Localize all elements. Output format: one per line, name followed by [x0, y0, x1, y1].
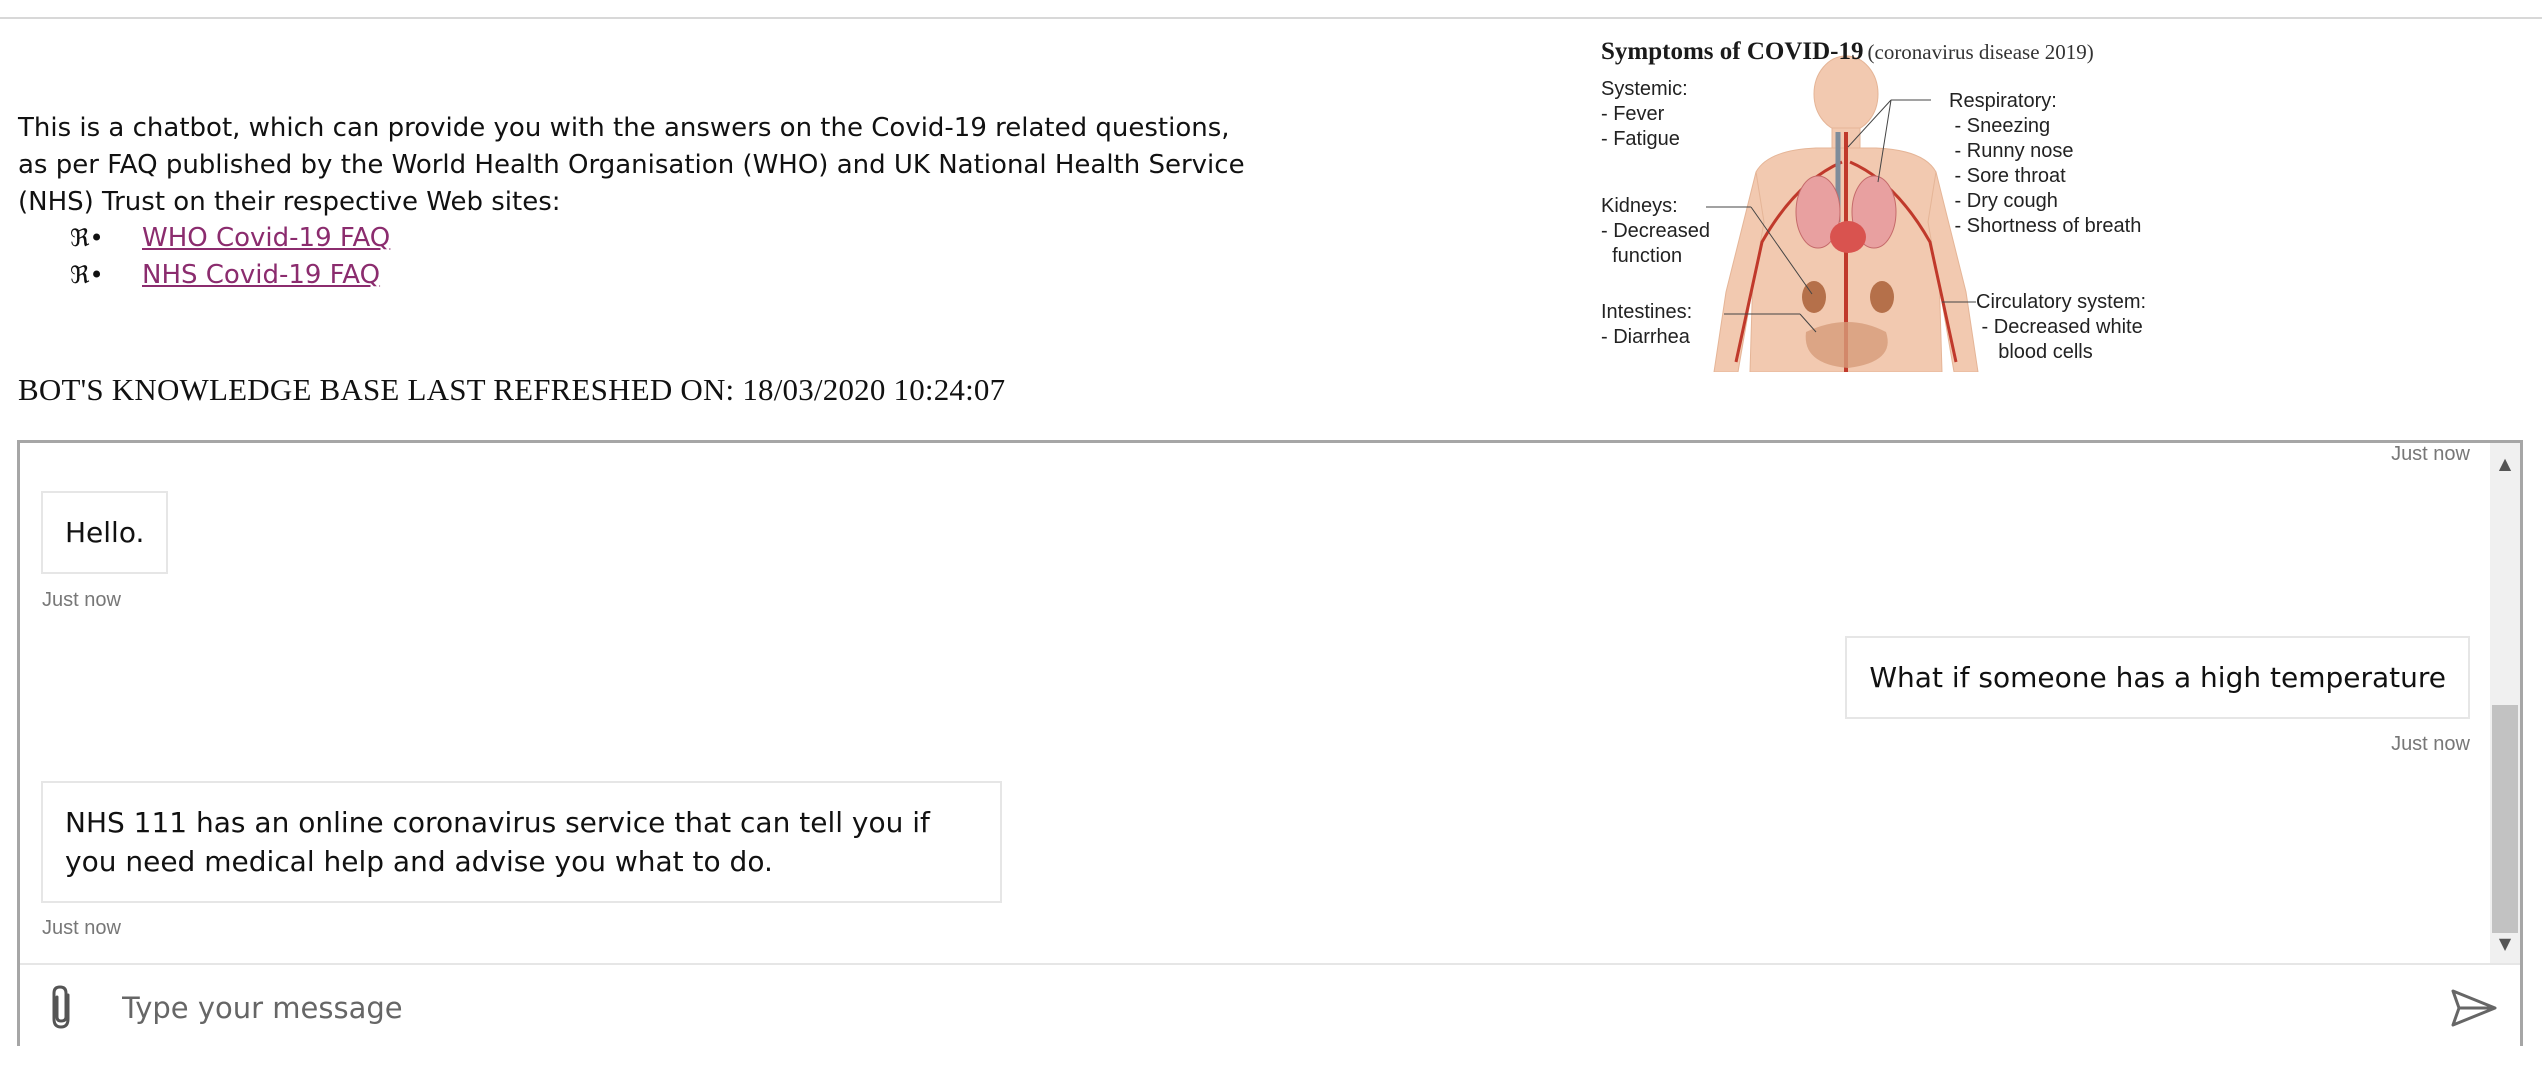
intestine-symptoms: Intestines: - Diarrhea — [1601, 301, 1693, 348]
list-item: ℜ• NHS Covid-19 FAQ — [70, 257, 390, 294]
nhs-faq-link[interactable]: NHS Covid-19 FAQ — [142, 257, 380, 294]
user-message: What if someone has a high temperature — [1845, 636, 2470, 719]
scroll-thumb[interactable] — [2492, 705, 2518, 933]
scroll-up-icon[interactable]: ▲ — [2490, 449, 2520, 477]
bullet-glyph: ℜ• — [70, 224, 104, 252]
bot-message: Hello. — [41, 491, 169, 574]
bot-message: NHS 111 has an online coronavirus servic… — [41, 781, 1002, 903]
systemic-symptoms: Systemic: - Fever - Fatigue — [1601, 78, 1688, 150]
chat-transcript[interactable]: Just now Hello. Just now What if someone… — [20, 443, 2490, 963]
message-input[interactable] — [120, 981, 2424, 1035]
list-item: ℜ• WHO Covid-19 FAQ — [70, 220, 390, 257]
chat-widget: Just now Hello. Just now What if someone… — [17, 440, 2523, 1046]
send-box — [20, 963, 2520, 1049]
intro-text: This is a chatbot, which can provide you… — [18, 113, 1245, 217]
faq-links-list: ℜ• WHO Covid-19 FAQ ℜ• NHS Covid-19 FAQ — [70, 220, 390, 294]
circulatory-symptoms: Circulatory system: - Decreased white bl… — [1976, 291, 2147, 363]
top-divider — [0, 17, 2542, 19]
message-timestamp: Just now — [2391, 443, 2470, 465]
covid-symptoms-infographic: Symptoms of COVID-19 (coronavirus diseas… — [1586, 32, 2186, 372]
infographic-title: Symptoms of COVID-19 (coronavirus diseas… — [1601, 38, 2094, 65]
scroll-down-icon[interactable]: ▼ — [2490, 929, 2520, 957]
paperclip-icon[interactable] — [42, 983, 82, 1031]
kidney-symptoms: Kidneys: - Decreased function — [1601, 195, 1710, 267]
bullet-glyph: ℜ• — [70, 261, 104, 289]
message-timestamp: Just now — [42, 589, 121, 611]
who-faq-link[interactable]: WHO Covid-19 FAQ — [142, 220, 390, 257]
message-timestamp: Just now — [42, 917, 121, 939]
respiratory-symptoms: Respiratory: - Sneezing - Runny nose - S… — [1949, 90, 2142, 237]
message-timestamp: Just now — [2391, 733, 2470, 755]
send-icon[interactable] — [2450, 987, 2498, 1029]
kb-refresh-timestamp: BOT'S KNOWLEDGE BASE LAST REFRESHED ON: … — [18, 372, 1006, 407]
chat-scrollbar[interactable]: ▲ ▼ — [2490, 443, 2520, 963]
